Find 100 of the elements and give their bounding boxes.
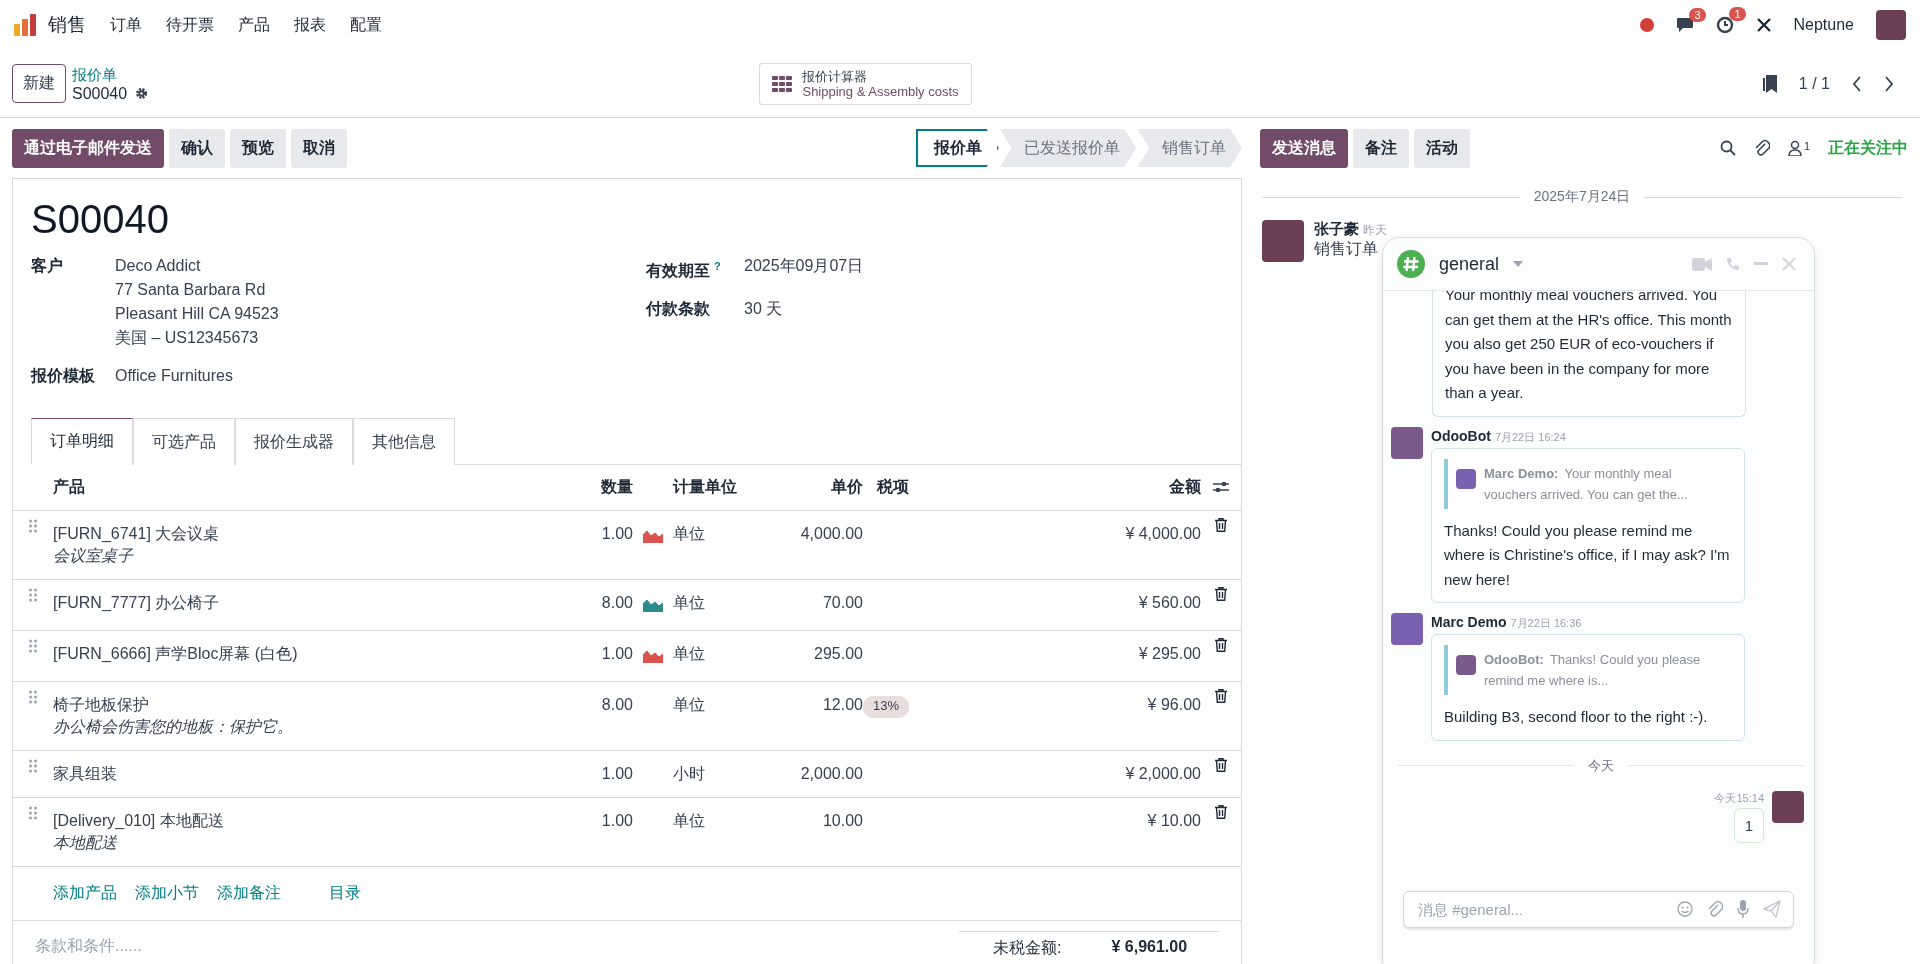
message-input[interactable]: 消息 #general... bbox=[1416, 899, 1663, 919]
product-name[interactable]: [Delivery_010] 本地配送 bbox=[53, 810, 541, 832]
tab[interactable]: 其他信息 bbox=[353, 418, 455, 465]
forecast-chart-icon[interactable] bbox=[643, 598, 663, 612]
clock-icon[interactable] bbox=[1715, 16, 1734, 34]
menu-item[interactable]: 待开票 bbox=[166, 14, 214, 36]
chatter-button[interactable]: 备注 bbox=[1353, 128, 1409, 168]
unit-value[interactable]: 单位 bbox=[673, 812, 705, 829]
calculator-button[interactable]: 报价计算器 Shipping & Assembly costs bbox=[759, 62, 972, 105]
help-mark[interactable]: ? bbox=[714, 260, 721, 272]
product-name[interactable]: [FURN_6741] 大会议桌 bbox=[53, 523, 541, 545]
unit-value[interactable]: 单位 bbox=[673, 525, 705, 542]
avatar[interactable] bbox=[1391, 426, 1423, 459]
product-name[interactable]: 椅子地板保护 bbox=[53, 694, 541, 716]
caret-icon[interactable] bbox=[1513, 261, 1524, 267]
product-name[interactable]: [FURN_7777] 办公椅子 bbox=[53, 592, 541, 614]
price-value[interactable]: 70.00 bbox=[822, 594, 863, 611]
quantity-value[interactable]: 1.00 bbox=[601, 765, 633, 782]
author-name[interactable]: Marc Demo bbox=[1431, 614, 1507, 630]
status-stage[interactable]: 销售订单 bbox=[1137, 129, 1242, 167]
unit-value[interactable]: 单位 bbox=[673, 696, 705, 713]
price-value[interactable]: 2,000.00 bbox=[800, 765, 863, 782]
breadcrumb-link[interactable]: 报价单 bbox=[72, 64, 149, 84]
status-dot[interactable] bbox=[1639, 18, 1654, 32]
message-field[interactable]: 消息 #general... bbox=[1403, 890, 1794, 928]
message-time: 7月22日 16:24 bbox=[1494, 430, 1566, 443]
menu-item[interactable]: 产品 bbox=[238, 14, 270, 36]
author-name[interactable]: 张子豪 bbox=[1314, 220, 1359, 237]
next-icon[interactable] bbox=[1884, 75, 1894, 92]
paperclip-icon[interactable] bbox=[1753, 139, 1770, 157]
follower-icon[interactable] bbox=[1787, 140, 1802, 156]
avatar[interactable] bbox=[1772, 790, 1804, 823]
add-link[interactable]: 添加产品 bbox=[53, 883, 117, 904]
forecast-chart-icon[interactable] bbox=[643, 529, 663, 543]
terms-field[interactable]: 条款和条件...... bbox=[35, 933, 335, 959]
sliders-icon[interactable] bbox=[1213, 480, 1229, 494]
field-label: 客户 bbox=[31, 256, 64, 276]
emoji-icon[interactable] bbox=[1677, 901, 1693, 917]
unit-value[interactable]: 单位 bbox=[673, 645, 705, 662]
menu-item[interactable]: 配置 bbox=[350, 14, 382, 36]
app-title[interactable]: 销售 bbox=[48, 12, 86, 38]
status-stage[interactable]: 报价单 bbox=[916, 129, 999, 167]
quantity-value[interactable]: 1.00 bbox=[601, 812, 633, 829]
unit-value[interactable]: 单位 bbox=[673, 594, 705, 611]
chatter-button[interactable]: 发送消息 bbox=[1260, 128, 1348, 168]
price-value[interactable]: 12.00 bbox=[822, 696, 863, 713]
quantity-value[interactable]: 1.00 bbox=[601, 645, 633, 662]
add-link[interactable]: 添加备注 bbox=[217, 883, 281, 904]
menu-item[interactable]: 报表 bbox=[294, 14, 326, 36]
action-button[interactable]: 预览 bbox=[230, 128, 286, 168]
author-name[interactable]: OdooBot bbox=[1431, 427, 1491, 444]
paperclip-icon[interactable] bbox=[1707, 900, 1723, 918]
tab[interactable]: 订单明细 bbox=[31, 418, 133, 465]
add-link[interactable]: 添加小节 bbox=[135, 883, 199, 904]
column-header[interactable]: 产品 bbox=[53, 478, 85, 495]
action-button[interactable]: 通过电子邮件发送 bbox=[12, 128, 164, 168]
tab[interactable]: 可选产品 bbox=[133, 418, 235, 465]
tax-tag[interactable]: 13% bbox=[863, 696, 910, 718]
channel-name[interactable]: general bbox=[1439, 253, 1500, 275]
unit-value[interactable]: 小时 bbox=[673, 765, 705, 782]
action-button[interactable]: 取消 bbox=[291, 128, 347, 168]
column-header[interactable]: 计量单位 bbox=[673, 478, 737, 495]
settings-icon[interactable] bbox=[135, 86, 149, 100]
quantity-value[interactable]: 8.00 bbox=[601, 594, 633, 611]
chatter-button[interactable]: 活动 bbox=[1414, 128, 1470, 168]
forecast-chart-icon[interactable] bbox=[643, 649, 663, 663]
status-stage[interactable]: 已发送报价单 bbox=[999, 129, 1137, 167]
tab[interactable]: 报价生成器 bbox=[235, 418, 353, 465]
column-header[interactable]: 数量 bbox=[601, 478, 633, 495]
field-label: 付款条款 bbox=[646, 299, 711, 320]
user-name[interactable]: Neptune bbox=[1793, 16, 1854, 34]
message-text: 销售订单 bbox=[1314, 239, 1379, 259]
record-title: S00040 bbox=[30, 196, 170, 243]
microphone-icon[interactable] bbox=[1737, 900, 1749, 918]
field-value[interactable]: 30 天 bbox=[744, 297, 783, 322]
product-name[interactable]: 家具组装 bbox=[53, 763, 541, 785]
menu-item[interactable]: 订单 bbox=[110, 14, 142, 36]
column-header[interactable]: 单价 bbox=[831, 478, 863, 495]
price-value[interactable]: 4,000.00 bbox=[800, 525, 863, 542]
price-value[interactable]: 10.00 bbox=[822, 812, 863, 829]
field-value[interactable]: 2025年09月07日 bbox=[744, 254, 864, 284]
action-button[interactable]: 确认 bbox=[169, 128, 225, 168]
new-button[interactable]: 新建 bbox=[12, 64, 66, 103]
column-header[interactable]: 金额 bbox=[1169, 478, 1201, 495]
quantity-value[interactable]: 8.00 bbox=[601, 696, 633, 713]
product-name[interactable]: [FURN_6666] 声学Bloc屏幕 (白色) bbox=[53, 643, 541, 665]
tools-icon[interactable] bbox=[1755, 17, 1772, 33]
price-value[interactable]: 295.00 bbox=[814, 645, 863, 662]
previous-icon[interactable] bbox=[1852, 75, 1862, 92]
column-header[interactable]: 税项 bbox=[877, 478, 909, 495]
bookmark-icon[interactable] bbox=[1762, 74, 1777, 93]
message-time: 今天15:14 bbox=[1714, 790, 1764, 806]
add-link[interactable]: 目录 bbox=[329, 883, 361, 904]
quantity-value[interactable]: 1.00 bbox=[601, 525, 633, 542]
search-icon[interactable] bbox=[1719, 140, 1736, 156]
channel-hash-icon[interactable] bbox=[1397, 250, 1425, 278]
chat-icon[interactable] bbox=[1675, 17, 1694, 33]
field-value[interactable]: Office Furnitures bbox=[115, 364, 233, 388]
date-separator: 2025年7月24日 bbox=[1533, 188, 1631, 206]
pager-value[interactable]: 1 / 1 bbox=[1798, 74, 1830, 93]
